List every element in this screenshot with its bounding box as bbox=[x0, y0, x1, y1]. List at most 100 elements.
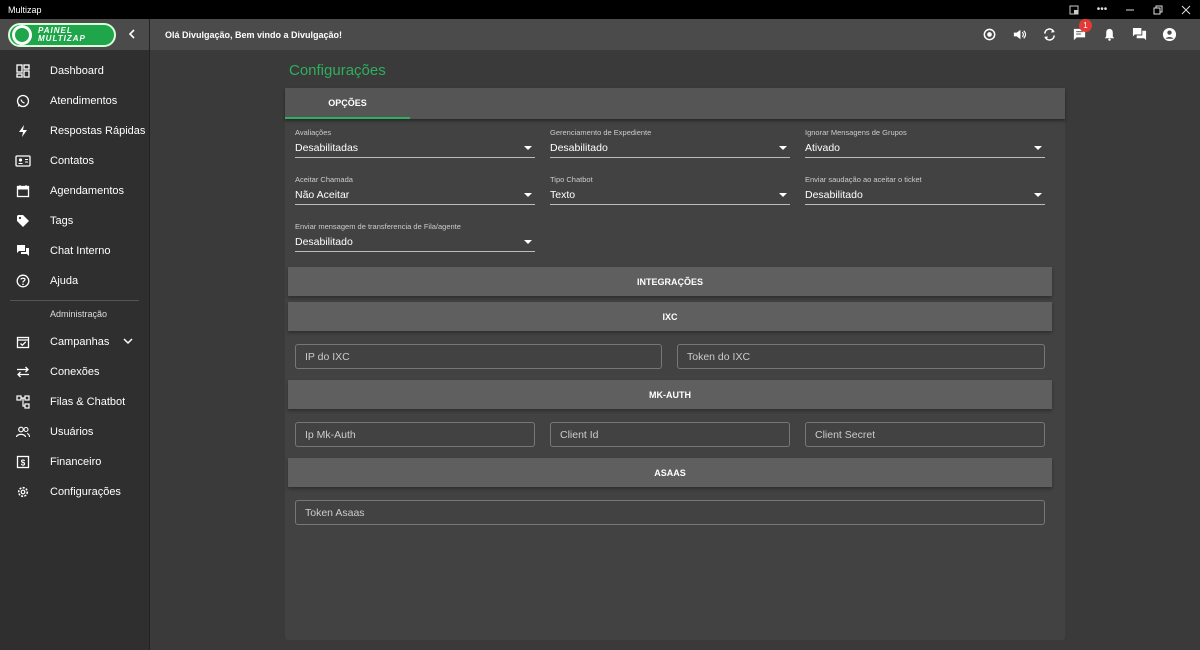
sidebar-item-filas-chatbot[interactable]: Filas & Chatbot bbox=[0, 387, 149, 417]
dropdown-arrow-icon bbox=[524, 240, 532, 244]
bell-icon[interactable] bbox=[1094, 25, 1124, 45]
logo-text-line2: MULTIZAP bbox=[38, 33, 86, 43]
mkauth-client-id-input[interactable]: Client Id bbox=[550, 422, 790, 447]
more-options-icon[interactable]: ••• bbox=[1088, 0, 1116, 19]
sidebar-item-label: Contatos bbox=[50, 155, 95, 167]
tabs-bar: OPÇÕES bbox=[285, 88, 1065, 119]
select-label: Enviar mensagem de transferencia de Fila… bbox=[295, 222, 461, 231]
app-menu-icon[interactable] bbox=[1060, 0, 1088, 19]
sidebar-item-label: Atendimentos bbox=[50, 95, 118, 107]
sidebar-item-contatos[interactable]: Contatos bbox=[0, 146, 149, 176]
select-label: Tipo Chatbot bbox=[550, 175, 593, 184]
sync-alt-icon bbox=[14, 363, 32, 381]
account-circle-icon[interactable] bbox=[1154, 25, 1184, 45]
brightness-icon[interactable] bbox=[974, 25, 1004, 45]
select-tipo-chatbot[interactable]: Tipo Chatbot Texto bbox=[550, 175, 790, 205]
sidebar-item-label: Tags bbox=[50, 215, 74, 227]
sidebar-item-label: Respostas Rápidas bbox=[50, 125, 146, 137]
sidebar-item-label: Ajuda bbox=[50, 275, 79, 287]
calendar-icon bbox=[14, 182, 32, 200]
select-value: Desabilitado bbox=[295, 236, 353, 248]
help-icon bbox=[14, 272, 32, 290]
tag-icon bbox=[14, 212, 32, 230]
chat-badge: 1 bbox=[1079, 18, 1092, 32]
whatsapp-logo-icon bbox=[12, 24, 32, 45]
sidebar-item-label: Agendamentos bbox=[50, 185, 124, 197]
sidebar: PAINEL MULTIZAP Dashboard Atendimentos R… bbox=[0, 19, 150, 650]
collapse-sidebar-icon[interactable] bbox=[124, 26, 140, 42]
settings-panel: OPÇÕES Avaliações Desabilitadas Gerencia… bbox=[285, 88, 1065, 640]
page-title: Configurações bbox=[289, 62, 386, 79]
volume-icon[interactable] bbox=[1004, 25, 1034, 45]
chevron-down-icon[interactable] bbox=[123, 336, 133, 348]
main-content: Configurações OPÇÕES Avaliações Desabili… bbox=[150, 50, 1200, 650]
sidebar-nav: Dashboard Atendimentos Respostas Rápidas… bbox=[0, 50, 149, 507]
select-transferencia-fila[interactable]: Enviar mensagem de transferencia de Fila… bbox=[295, 222, 535, 252]
forum-icon[interactable] bbox=[1124, 25, 1154, 45]
dashboard-icon bbox=[14, 62, 32, 80]
sidebar-item-ajuda[interactable]: Ajuda bbox=[0, 266, 149, 296]
sidebar-item-dashboard[interactable]: Dashboard bbox=[0, 56, 149, 86]
asaas-token-input[interactable]: Token Asaas bbox=[295, 500, 1045, 525]
sidebar-item-usuarios[interactable]: Usuários bbox=[0, 417, 149, 447]
people-icon bbox=[14, 423, 32, 441]
sidebar-item-label: Chat Interno bbox=[50, 245, 111, 257]
admin-section-label: Administração bbox=[50, 309, 108, 319]
app-logo: PAINEL MULTIZAP bbox=[8, 22, 116, 47]
settings-icon bbox=[14, 483, 32, 501]
top-app-bar: Olá Divulgação, Bem vindo a Divulgação! … bbox=[150, 18, 1200, 50]
ixc-ip-input[interactable]: IP do IXC bbox=[295, 344, 662, 369]
select-value: Não Aceitar bbox=[295, 189, 350, 201]
select-label: Ignorar Mensagens de Grupos bbox=[805, 128, 907, 137]
sidebar-item-conexoes[interactable]: Conexões bbox=[0, 357, 149, 387]
ixc-token-input[interactable]: Token do IXC bbox=[677, 344, 1045, 369]
select-label: Enviar saudação ao aceitar o ticket bbox=[805, 175, 922, 184]
sidebar-item-tags[interactable]: Tags bbox=[0, 206, 149, 236]
select-aceitar-chamada[interactable]: Aceitar Chamada Não Aceitar bbox=[295, 175, 535, 205]
select-value: Desabilitadas bbox=[295, 142, 359, 154]
sidebar-item-atendimentos[interactable]: Atendimentos bbox=[0, 86, 149, 116]
contact-card-icon bbox=[14, 152, 32, 170]
sidebar-item-label: Usuários bbox=[50, 426, 94, 438]
event-available-icon bbox=[14, 333, 32, 351]
forum-icon bbox=[14, 242, 32, 260]
dropdown-arrow-icon bbox=[779, 146, 787, 150]
greeting-text: Olá Divulgação, Bem vindo a Divulgação! bbox=[165, 29, 343, 40]
select-gerenciamento-expediente[interactable]: Gerenciamento de Expediente Desabilitado bbox=[550, 128, 790, 158]
sidebar-item-label: Conexões bbox=[50, 366, 100, 378]
refresh-icon[interactable] bbox=[1034, 25, 1064, 45]
select-value: Ativado bbox=[805, 142, 841, 154]
sidebar-item-label: Financeiro bbox=[50, 456, 102, 468]
asaas-header: ASAAS bbox=[288, 458, 1052, 487]
integracoes-header: INTEGRAÇÕES bbox=[288, 267, 1052, 296]
sidebar-item-respostas-rapidas[interactable]: Respostas Rápidas bbox=[0, 116, 149, 146]
sidebar-item-chat-interno[interactable]: Chat Interno bbox=[0, 236, 149, 266]
mkauth-ip-input[interactable]: Ip Mk-Auth bbox=[295, 422, 535, 447]
sidebar-item-label: Filas & Chatbot bbox=[50, 396, 126, 408]
sidebar-item-agendamentos[interactable]: Agendamentos bbox=[0, 176, 149, 206]
tab-opcoes[interactable]: OPÇÕES bbox=[285, 88, 410, 119]
dropdown-arrow-icon bbox=[1034, 146, 1042, 150]
chat-notifications-icon[interactable]: 1 bbox=[1064, 18, 1094, 45]
select-value: Desabilitado bbox=[550, 142, 608, 154]
close-button[interactable] bbox=[1172, 0, 1200, 19]
sidebar-item-financeiro[interactable]: $ Financeiro bbox=[0, 447, 149, 477]
dropdown-arrow-icon bbox=[779, 193, 787, 197]
mkauth-client-secret-input[interactable]: Client Secret bbox=[805, 422, 1045, 447]
select-saudacao-ticket[interactable]: Enviar saudação ao aceitar o ticket Desa… bbox=[805, 175, 1045, 205]
select-label: Avaliações bbox=[295, 128, 332, 137]
window-titlebar: Multizap ••• bbox=[0, 0, 1200, 19]
sidebar-item-campanhas[interactable]: Campanhas bbox=[0, 327, 149, 357]
select-value: Desabilitado bbox=[805, 189, 863, 201]
sidebar-item-configuracoes[interactable]: Configurações bbox=[0, 477, 149, 507]
select-label: Gerenciamento de Expediente bbox=[550, 128, 652, 137]
mkauth-header: MK-AUTH bbox=[288, 380, 1052, 409]
select-label: Aceitar Chamada bbox=[295, 175, 353, 184]
bolt-icon bbox=[14, 122, 32, 140]
minimize-button[interactable] bbox=[1116, 0, 1144, 19]
select-avaliacoes[interactable]: Avaliações Desabilitadas bbox=[295, 128, 535, 158]
sidebar-item-label: Dashboard bbox=[50, 65, 104, 77]
svg-text:$: $ bbox=[21, 459, 26, 468]
restore-button[interactable] bbox=[1144, 0, 1172, 19]
select-ignorar-grupos[interactable]: Ignorar Mensagens de Grupos Ativado bbox=[805, 128, 1045, 158]
